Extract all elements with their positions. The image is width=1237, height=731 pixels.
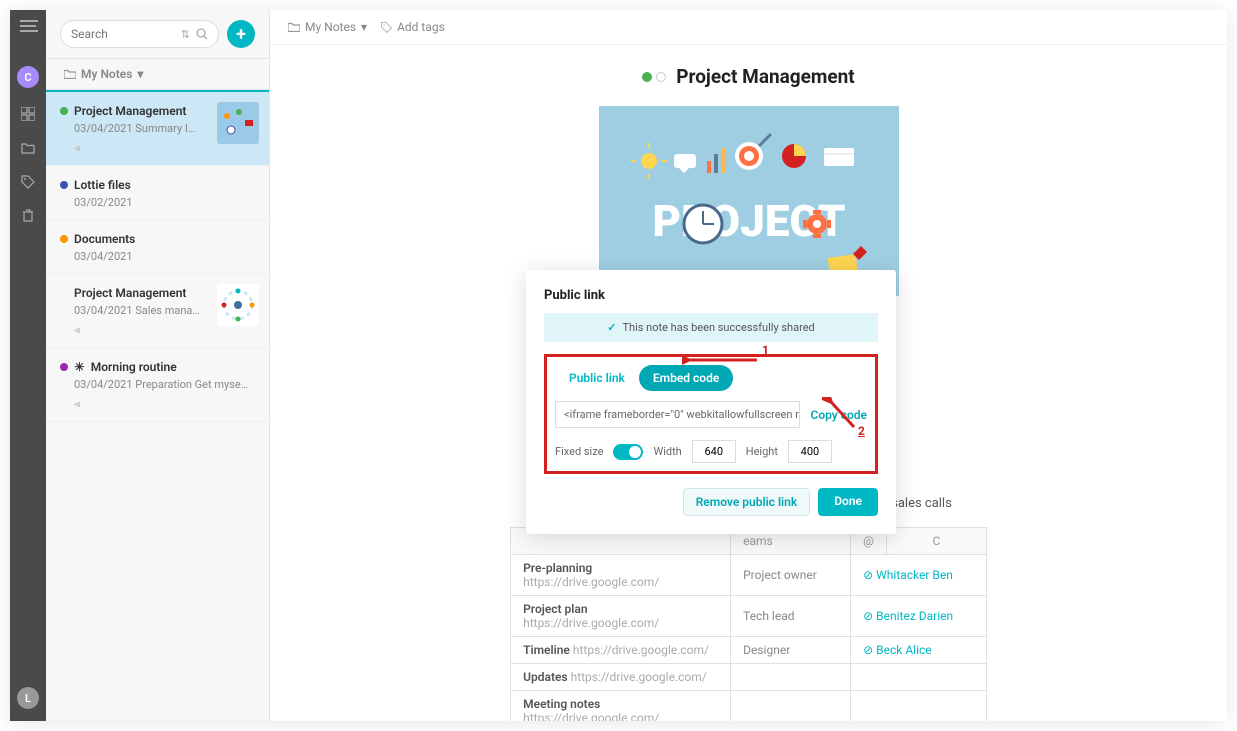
fixed-size-toggle[interactable] xyxy=(613,444,643,460)
left-rail: C L xyxy=(10,10,46,721)
chevron-down-icon: ▾ xyxy=(137,67,143,81)
done-button[interactable]: Done xyxy=(818,488,878,516)
table-row[interactable]: Updates https://drive.google.com/ xyxy=(511,664,987,691)
note-item[interactable]: Documents 03/04/2021 xyxy=(46,220,269,274)
table-row[interactable]: Pre-planning https://drive.google.com/Pr… xyxy=(511,555,987,596)
tag-icon[interactable] xyxy=(20,174,36,190)
note-thumbnail xyxy=(217,102,259,144)
breadcrumb-notebook[interactable]: My Notes ▾ xyxy=(288,20,367,34)
annotation-label-1: 1 xyxy=(762,343,769,357)
success-banner: This note has been successfully shared xyxy=(544,313,878,342)
annotation-label-2: 2 xyxy=(858,424,865,438)
add-note-button[interactable]: + xyxy=(227,20,255,48)
notebook-selector[interactable]: My Notes ▾ xyxy=(46,58,269,90)
public-link-modal: Public link This note has been successfu… xyxy=(526,270,896,534)
search-input[interactable]: ⇅ xyxy=(60,20,219,48)
add-tags-button[interactable]: Add tags xyxy=(381,20,445,34)
user-avatar[interactable]: C xyxy=(17,66,39,88)
height-input[interactable] xyxy=(788,440,832,463)
breadcrumb: My Notes ▾ Add tags xyxy=(270,10,1227,45)
filter-icon[interactable]: ⇅ xyxy=(181,28,190,41)
secondary-avatar[interactable]: L xyxy=(17,687,39,709)
search-icon[interactable] xyxy=(196,28,208,41)
table-row[interactable]: Project plan https://drive.google.com/Te… xyxy=(511,596,987,637)
menu-icon[interactable] xyxy=(20,18,36,34)
emoji-placeholder[interactable] xyxy=(656,72,666,82)
note-item[interactable]: Project Management 03/04/2021 Sales mana… xyxy=(46,274,269,348)
remove-public-link-button[interactable]: Remove public link xyxy=(683,488,811,516)
share-icon: ⩹ xyxy=(60,397,255,411)
note-thumbnail xyxy=(217,284,259,326)
note-item[interactable]: ☀Morning routine 03/04/2021 Preparation … xyxy=(46,348,269,422)
table-row[interactable]: Meeting notes https://drive.google.com/ xyxy=(511,691,987,722)
grid-icon[interactable] xyxy=(20,106,36,122)
modal-title: Public link xyxy=(544,288,878,303)
chevron-down-icon: ▾ xyxy=(361,20,367,34)
tab-public-link[interactable]: Public link xyxy=(555,365,639,391)
folder-icon[interactable] xyxy=(20,140,36,156)
note-sidebar: ⇅ + My Notes ▾ Project Management 03/04/… xyxy=(46,10,270,721)
note-item[interactable]: Lottie files 03/02/2021 xyxy=(46,166,269,220)
hero-image: PROJECT xyxy=(599,106,899,296)
trash-icon[interactable] xyxy=(20,208,36,224)
tab-embed-code[interactable]: Embed code xyxy=(639,365,733,391)
links-table: eams @ C Pre-planning https://drive.goog… xyxy=(510,527,987,721)
copy-code-button[interactable]: Copy code xyxy=(810,408,867,422)
width-input[interactable] xyxy=(692,440,736,463)
status-dot xyxy=(642,72,652,82)
note-item[interactable]: Project Management 03/04/2021 Summary IV… xyxy=(46,90,269,166)
document-title: Project Management xyxy=(310,65,1187,88)
table-row[interactable]: Timeline https://drive.google.com/Design… xyxy=(511,637,987,664)
fixed-size-label: Fixed size xyxy=(555,445,603,458)
embed-code-field[interactable]: <iframe frameborder="0" webkitallowfulls… xyxy=(555,401,800,428)
